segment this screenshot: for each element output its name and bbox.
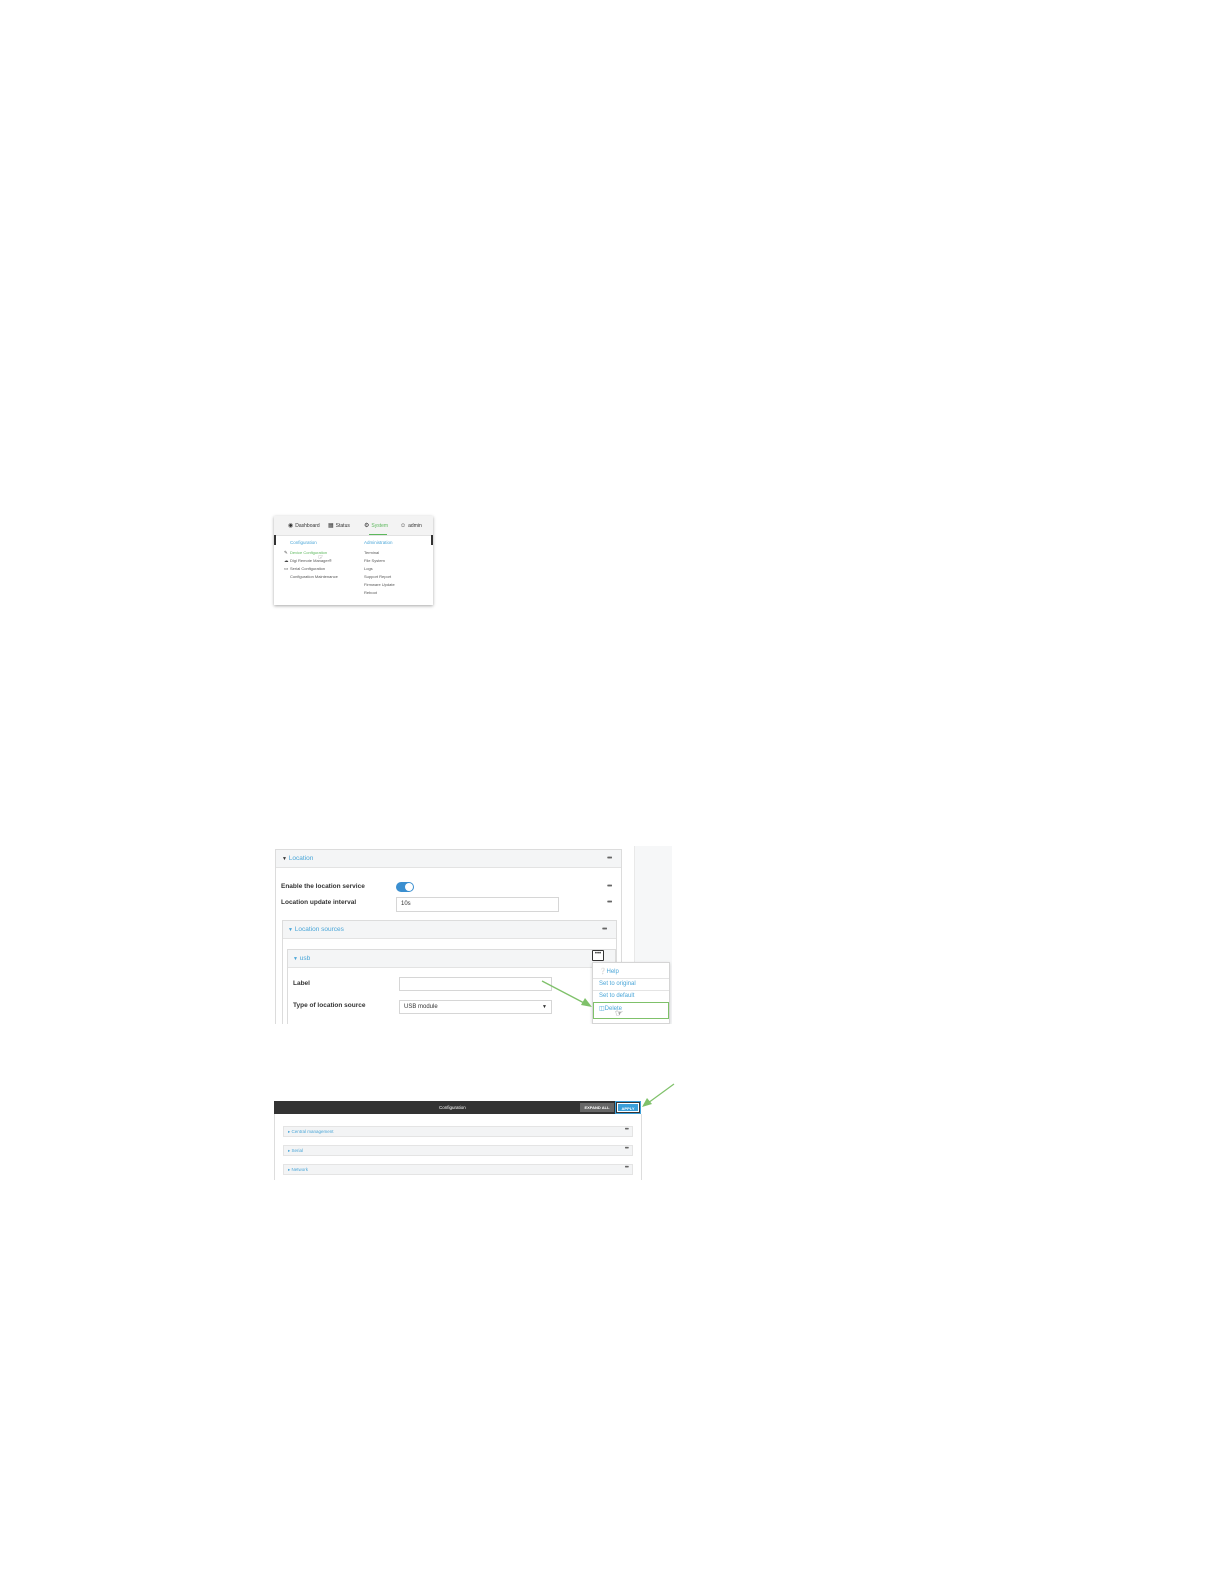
- menu-item-configuration-maintenance[interactable]: Configuration Maintenance: [290, 574, 338, 580]
- menu-item-support-report[interactable]: Support Report: [364, 574, 391, 580]
- section-title: ▸ Central management: [288, 1129, 334, 1134]
- dashboard-icon: ◉: [288, 523, 294, 529]
- nav-status[interactable]: ▦ Status: [328, 522, 350, 531]
- section-title: ▸ Network: [288, 1167, 309, 1172]
- section-network[interactable]: ▸ Network •••: [283, 1164, 633, 1175]
- menu-item-file-system[interactable]: File System: [364, 558, 385, 564]
- active-underline: [369, 534, 387, 535]
- green-arrow: [541, 980, 592, 1007]
- administration-header: Administration: [364, 540, 393, 545]
- nav-system[interactable]: ⚙ System: [364, 522, 388, 531]
- user-icon: ☺: [400, 523, 407, 529]
- location-config-screenshot: ▼ Location ••• Enable the location servi…: [274, 846, 672, 1024]
- menu-item-terminal[interactable]: Terminal: [364, 550, 379, 556]
- section-serial[interactable]: ▸ Serial •••: [283, 1145, 633, 1156]
- configuration-screenshot: Configuration EXPAND ALL APPLY ▸ Central…: [274, 1080, 675, 1182]
- section-title: ▸ Serial: [288, 1148, 304, 1153]
- section-more-icon[interactable]: •••: [625, 1127, 629, 1133]
- grid-icon: ▦: [328, 523, 334, 529]
- menu-item-reboot[interactable]: Reboot: [364, 590, 377, 596]
- system-menu-screenshot: ◉ Dashboard ▦ Status ⚙ System ☺ admin Config…: [274, 516, 433, 605]
- section-more-icon[interactable]: •••: [625, 1165, 629, 1171]
- menu-item-logs[interactable]: Logs: [364, 566, 373, 572]
- serial-icon: ▭: [284, 566, 289, 571]
- configuration-header: Configuration: [290, 540, 317, 545]
- configuration-sections-panel: ▸ Central management ••• ▸ Serial ••• ▸ …: [274, 1114, 642, 1180]
- menu-item-serial-configuration[interactable]: ▭ Serial Configuration: [284, 566, 325, 572]
- green-arrow: [642, 1083, 675, 1107]
- section-more-icon[interactable]: •••: [625, 1146, 629, 1152]
- nav-dashboard[interactable]: ◉ Dashboard: [288, 522, 320, 531]
- wrench-icon: ✎: [284, 550, 288, 555]
- menu-right-edge: [431, 535, 433, 545]
- gear-icon: ⚙: [364, 523, 370, 529]
- menu-item-remote-manager[interactable]: ☁ Digi Remote Manager®: [284, 558, 332, 564]
- hand-cursor-icon: ☞: [318, 555, 324, 561]
- menu-left-edge: [274, 535, 276, 545]
- cloud-icon: ☁: [284, 558, 289, 563]
- nav-admin[interactable]: ☺ admin: [400, 522, 422, 531]
- section-central-management[interactable]: ▸ Central management •••: [283, 1126, 633, 1137]
- menu-item-firmware-update[interactable]: Firmware Update: [364, 582, 395, 588]
